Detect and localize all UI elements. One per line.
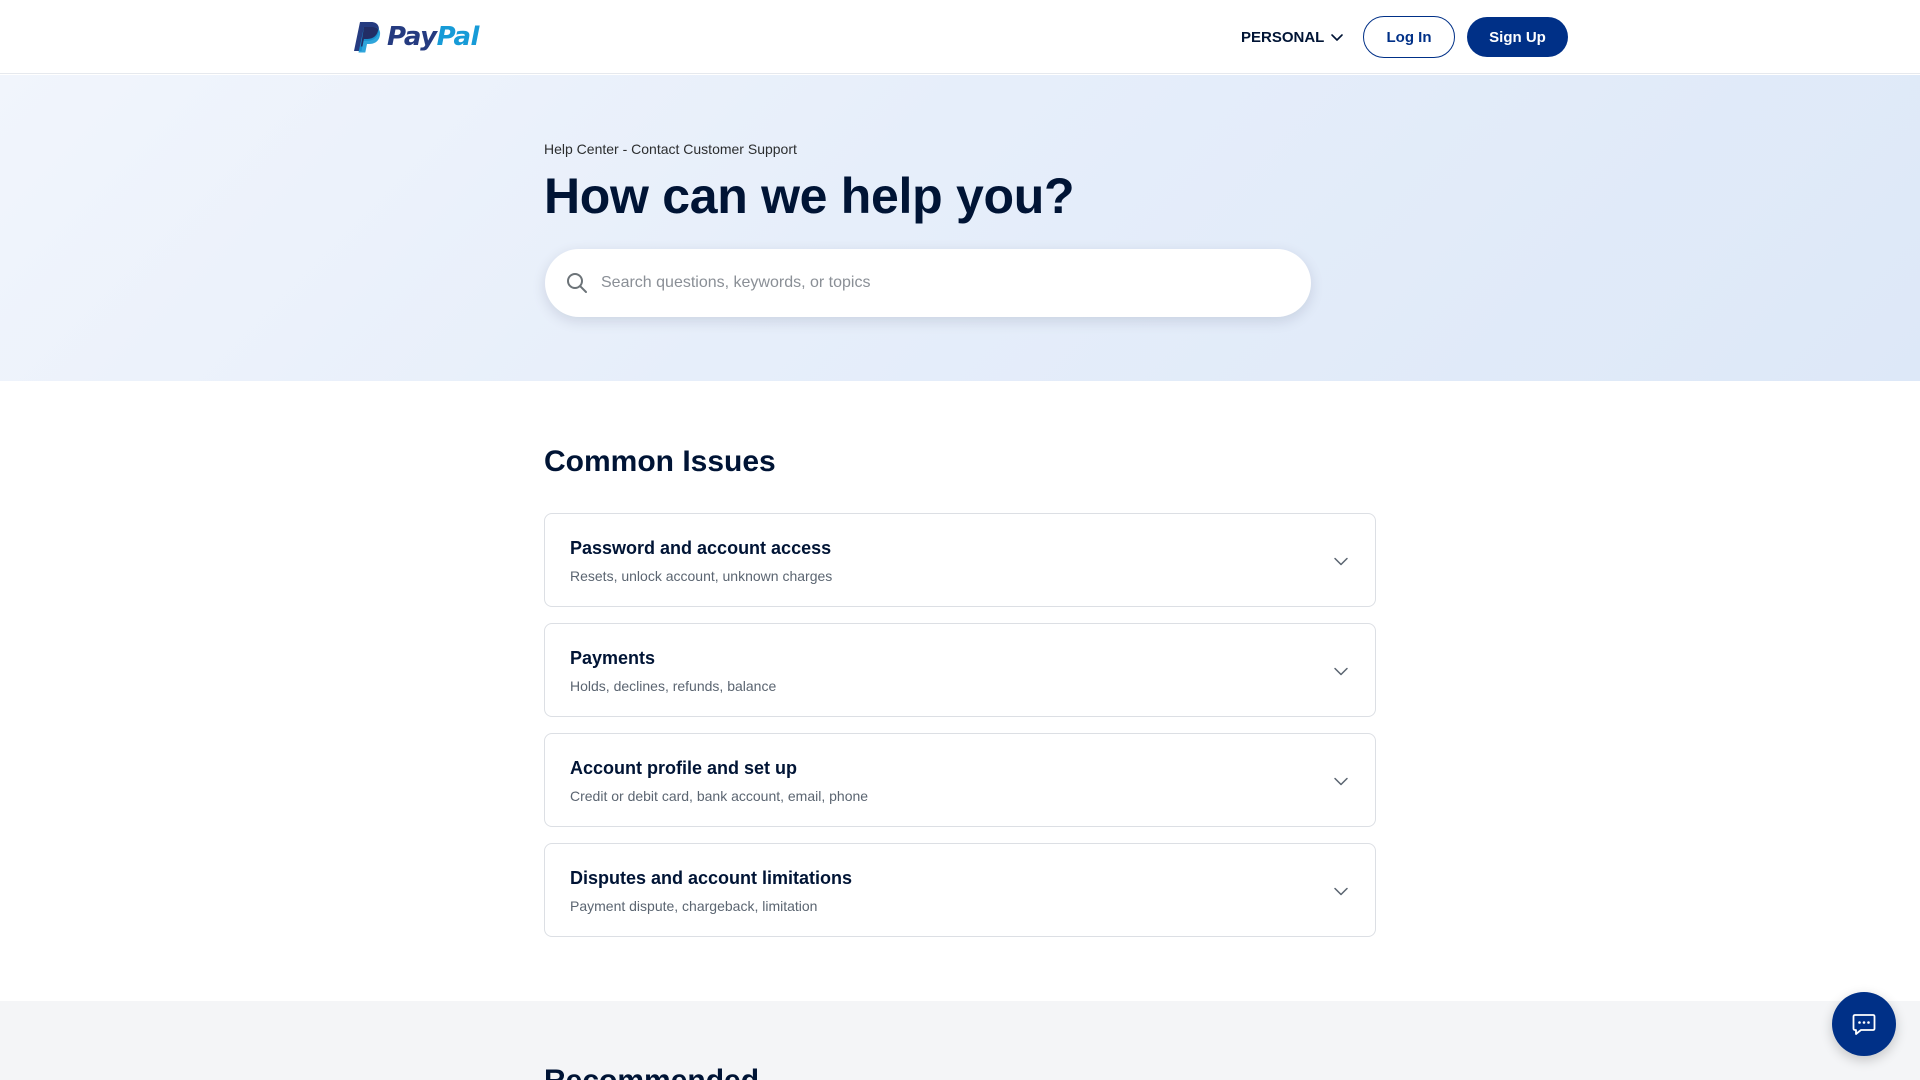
login-button[interactable]: Log In xyxy=(1363,16,1455,58)
page-title: How can we help you? xyxy=(544,168,1075,224)
issue-password-account-access[interactable]: Password and account access Resets, unlo… xyxy=(544,513,1376,607)
issue-subtitle: Holds, declines, refunds, balance xyxy=(570,678,777,694)
breadcrumb: Help Center - Contact Customer Support xyxy=(544,141,797,157)
chat-bubble-icon xyxy=(1852,1014,1876,1035)
issue-title: Disputes and account limitations xyxy=(570,868,853,888)
signup-button[interactable]: Sign Up xyxy=(1467,17,1568,57)
chevron-down-icon xyxy=(1334,777,1348,786)
personal-dropdown[interactable]: PERSONAL xyxy=(1241,27,1344,47)
recommended-section: Recommended xyxy=(0,1001,1920,1080)
search-input[interactable] xyxy=(601,249,1291,317)
chat-button[interactable] xyxy=(1832,992,1896,1056)
help-hero: Help Center - Contact Customer Support H… xyxy=(0,75,1920,381)
recommended-heading: Recommended xyxy=(544,1061,759,1080)
paypal-p-icon xyxy=(354,22,381,53)
personal-dropdown-label: PERSONAL xyxy=(1241,28,1325,46)
chevron-down-icon xyxy=(1334,887,1348,896)
chevron-down-icon xyxy=(1334,557,1348,566)
chevron-down-icon xyxy=(1334,667,1348,676)
paypal-wordmark: PayPal xyxy=(387,22,479,52)
issue-payments[interactable]: Payments Holds, declines, refunds, balan… xyxy=(544,623,1376,717)
chevron-down-icon xyxy=(1331,34,1344,41)
issue-title: Payments xyxy=(570,648,656,668)
issue-subtitle: Payment dispute, chargeback, limitation xyxy=(570,898,818,914)
issue-disputes-limitations[interactable]: Disputes and account limitations Payment… xyxy=(544,843,1376,937)
site-header: PayPal PERSONAL Log In Sign Up xyxy=(0,0,1920,74)
issue-title: Password and account access xyxy=(570,538,832,558)
paypal-logo[interactable]: PayPal xyxy=(351,20,479,54)
issue-subtitle: Credit or debit card, bank account, emai… xyxy=(570,788,869,804)
search-icon xyxy=(567,273,587,293)
issue-account-profile-setup[interactable]: Account profile and set up Credit or deb… xyxy=(544,733,1376,827)
issue-title: Account profile and set up xyxy=(570,758,798,778)
issue-subtitle: Resets, unlock account, unknown charges xyxy=(570,568,833,584)
search-bar[interactable] xyxy=(545,249,1311,317)
common-issues-heading: Common Issues xyxy=(544,445,776,478)
